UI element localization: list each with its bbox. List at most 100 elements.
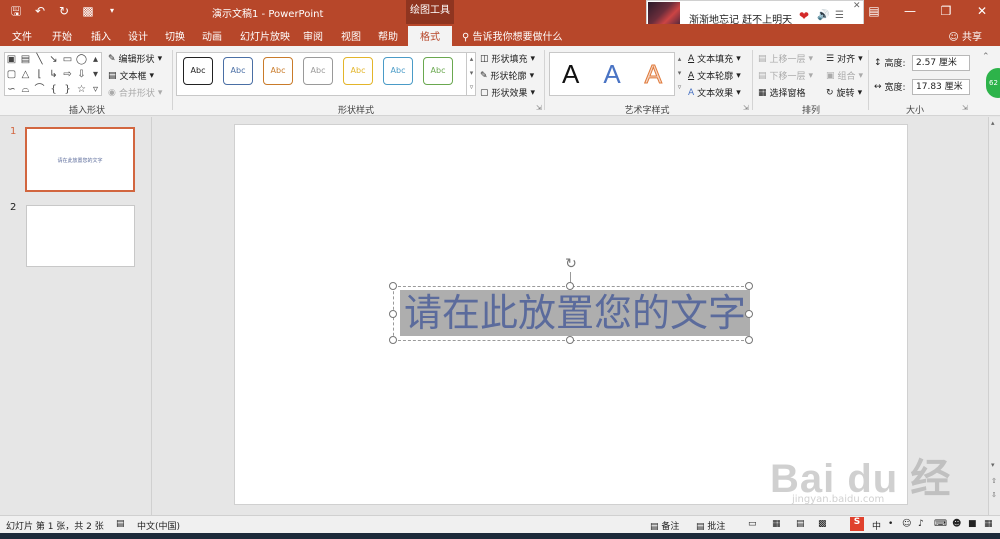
rotate-button[interactable]: ↻ 旋转 ▾ <box>826 86 862 100</box>
shape-outline-button[interactable]: ✎ 形状轮廓 ▾ <box>480 69 534 83</box>
language-status[interactable]: 中文(中国) <box>137 519 180 532</box>
bring-forward-button[interactable]: ▤ 上移一层 ▾ <box>758 52 813 66</box>
wordart-style-black[interactable]: A <box>562 59 579 90</box>
slide-thumbnail-2[interactable] <box>26 205 135 267</box>
slide-thumbnail-1[interactable]: 请在此放置您的文字 <box>25 127 135 192</box>
shirt-icon[interactable]: ■ <box>968 519 977 529</box>
previous-slide-icon[interactable]: ⇧ <box>991 477 997 485</box>
resize-handle[interactable] <box>389 282 397 290</box>
customize-icon[interactable]: ▾ <box>104 3 120 19</box>
dialog-launcher-icon[interactable]: ⇲ <box>743 104 749 112</box>
tab-transitions[interactable]: 切换 <box>165 28 185 43</box>
expand-gallery-icon[interactable]: ▿ <box>89 83 102 97</box>
tab-view[interactable]: 视图 <box>341 28 361 43</box>
brace-close-shape-icon[interactable]: } <box>61 83 74 97</box>
shape-style-option[interactable]: Abc <box>223 57 253 85</box>
user-icon[interactable]: ☻ <box>952 519 961 529</box>
shape-style-option[interactable]: Abc <box>423 57 453 85</box>
star-shape-icon[interactable]: ☆ <box>75 83 88 97</box>
resize-handle[interactable] <box>389 336 397 344</box>
line-shape-icon[interactable]: ╲ <box>33 53 46 67</box>
close-icon[interactable]: ✕ <box>964 0 1000 24</box>
scroll-up-icon[interactable]: ▴ <box>991 119 995 127</box>
edit-shape-button[interactable]: ✎ 编辑形状 ▾ <box>108 52 162 66</box>
shape-style-option[interactable]: Abc <box>383 57 413 85</box>
collapse-ribbon-icon[interactable]: ⌃ <box>982 52 990 62</box>
height-input[interactable]: 2.57 厘米 <box>912 55 970 71</box>
keyboard-icon[interactable]: ⌨ <box>934 519 947 529</box>
minimize-icon[interactable]: — <box>892 0 928 24</box>
text-fill-button[interactable]: A 文本填充 ▾ <box>688 52 741 66</box>
sogou-ime-icon[interactable]: S <box>850 517 864 531</box>
shape-style-option[interactable]: Abc <box>183 57 213 85</box>
resize-handle[interactable] <box>566 336 574 344</box>
vertical-textbox-shape-icon[interactable]: ▤ <box>19 53 32 67</box>
oval-shape-icon[interactable]: ◯ <box>75 53 88 67</box>
selection-pane-button[interactable]: ▦ 选择窗格 <box>758 86 806 100</box>
shape-styles-gallery[interactable]: Abc Abc Abc Abc Abc Abc Abc <box>176 52 476 96</box>
heart-icon[interactable]: ❤ <box>799 9 809 23</box>
shapes-gallery[interactable]: ▣ ▤ ╲ ↘ ▭ ◯ ▴ ▢ △ ⌊ ↳ ⇨ ⇩ ▾ ∽ ⌓ ⌒ { } ☆ … <box>4 52 102 96</box>
dialog-launcher-icon[interactable]: ⇲ <box>536 104 542 112</box>
volume-icon[interactable]: 🔊 <box>817 10 829 21</box>
slideshow-view-icon[interactable]: ▩ <box>818 519 827 529</box>
restore-icon[interactable]: ❐ <box>928 0 964 24</box>
share-button[interactable]: ☺ 共享 <box>948 28 982 43</box>
rectangle-shape-icon[interactable]: ▭ <box>61 53 74 67</box>
curve-shape-icon[interactable]: ⌓ <box>19 83 32 97</box>
tab-review[interactable]: 审阅 <box>303 28 323 43</box>
more-shapes-icon[interactable]: ▴ <box>89 53 102 67</box>
text-box-button[interactable]: ▤ 文本框 ▾ <box>108 69 154 83</box>
grid-icon[interactable]: ▦ <box>984 519 993 529</box>
text-effects-button[interactable]: A 文本效果 ▾ <box>688 86 741 100</box>
normal-view-icon[interactable]: ▭ <box>748 519 757 529</box>
scroll-down-icon[interactable]: ▾ <box>991 461 995 469</box>
align-button[interactable]: ☰ 对齐 ▾ <box>826 52 863 66</box>
tab-animations[interactable]: 动画 <box>202 28 222 43</box>
shape-effects-button[interactable]: ▢ 形状效果 ▾ <box>480 86 535 100</box>
group-button[interactable]: ▣ 组合 ▾ <box>826 69 863 83</box>
arc-shape-icon[interactable]: ⌒ <box>33 83 46 97</box>
shape-style-option[interactable]: Abc <box>263 57 293 85</box>
vertical-scrollbar[interactable]: ▴ ▾ ⇧ ⇩ <box>988 117 1000 515</box>
rotate-handle-icon[interactable]: ↻ <box>563 256 579 272</box>
brace-shape-icon[interactable]: { <box>47 83 60 97</box>
arrow-line-shape-icon[interactable]: ↘ <box>47 53 60 67</box>
scroll-down-icon[interactable]: ▾ <box>89 68 102 82</box>
redo-icon[interactable]: ↻ <box>56 3 72 19</box>
resize-handle[interactable] <box>566 282 574 290</box>
wordart-scroll[interactable]: ▴ ▾ ▿ <box>674 52 684 96</box>
next-slide-icon[interactable]: ⇩ <box>991 491 997 499</box>
wordart-style-orange-outline[interactable]: A <box>644 58 662 90</box>
right-arrow-shape-icon[interactable]: ⇨ <box>61 68 74 82</box>
floating-badge[interactable]: 62 <box>986 68 1000 98</box>
width-input[interactable]: 17.83 厘米 <box>912 79 970 95</box>
send-backward-button[interactable]: ▤ 下移一层 ▾ <box>758 69 813 83</box>
slide-sorter-icon[interactable]: ▦ <box>772 519 781 529</box>
merge-shapes-button[interactable]: ◉ 合并形状 ▾ <box>108 86 162 100</box>
ribbon-display-icon[interactable]: ▤ <box>856 0 892 24</box>
wordart-gallery[interactable]: A A A <box>549 52 675 96</box>
textbox-shape-icon[interactable]: ▣ <box>5 53 18 67</box>
comments-button[interactable]: ▤ 批注 <box>696 519 725 532</box>
selected-textbox[interactable]: 请在此放置您的文字 <box>393 286 751 341</box>
ime-punctuation-icon[interactable]: • <box>888 519 893 529</box>
emoji-icon[interactable]: ☺ <box>902 519 911 529</box>
tell-me-search[interactable]: ⚲ 告诉我你想要做什么 <box>462 28 563 43</box>
wordart-style-blue[interactable]: A <box>603 59 620 90</box>
connector-shape-icon[interactable]: ↳ <box>47 68 60 82</box>
triangle-shape-icon[interactable]: △ <box>19 68 32 82</box>
start-from-beginning-icon[interactable]: ▩ <box>80 3 96 19</box>
dialog-launcher-icon[interactable]: ⇲ <box>962 104 968 112</box>
spelling-icon[interactable]: ▤ <box>116 519 125 529</box>
ime-chinese-icon[interactable]: 中 <box>872 519 881 532</box>
tab-insert[interactable]: 插入 <box>91 28 111 43</box>
reading-view-icon[interactable]: ▤ <box>796 519 805 529</box>
undo-icon[interactable]: ↶ <box>32 3 48 19</box>
resize-handle[interactable] <box>745 336 753 344</box>
tab-slideshow[interactable]: 幻灯片放映 <box>240 28 290 43</box>
save-icon[interactable]: 🖫 <box>8 3 24 19</box>
tab-help[interactable]: 帮助 <box>378 28 398 43</box>
playlist-icon[interactable]: ☰ <box>835 10 844 21</box>
freeform-shape-icon[interactable]: ∽ <box>5 83 18 97</box>
